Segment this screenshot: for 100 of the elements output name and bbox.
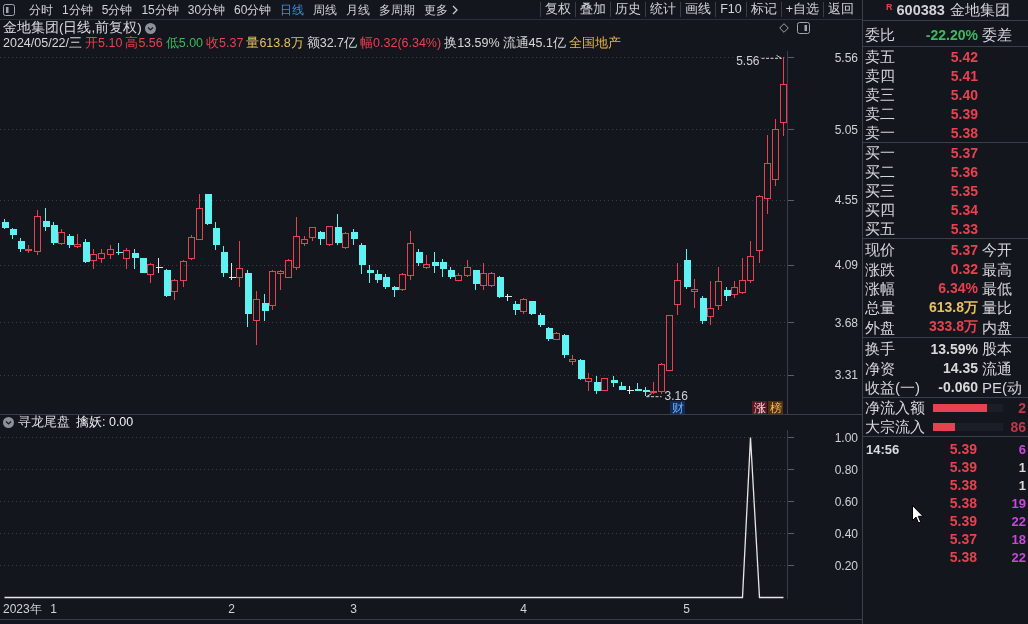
tick-volume: 18 [1011,531,1027,547]
quote-label: 买五 [865,219,895,238]
quote-item: 全国地产 [568,35,621,52]
stock-code: 600383 [896,2,945,18]
quote-value: 0.32 [950,261,978,278]
quote-label: 外盘 [865,317,895,337]
period-tab[interactable]: 5分钟 [98,0,136,19]
toolbar-button[interactable]: 画线 [680,2,716,17]
axis-label: 0.40 [834,526,858,541]
quote-label: 卖一 [865,123,895,142]
toolbar-button[interactable]: 标记 [745,2,781,17]
period-tab[interactable]: 1分钟 [59,0,96,19]
flow-label: 净流入额 [865,398,925,418]
quote-value: 5.40 [950,86,978,103]
quote-value: 5.35 [950,182,978,199]
axis-label: 5.56 [834,51,858,65]
toolbar-button[interactable]: +自选 [780,2,823,17]
tick-price: 5.38 [949,549,977,566]
quote-item: 收5.37 [206,35,244,52]
tick-volume: 1 [1018,459,1027,475]
quote-value: 5.42 [950,48,978,65]
indicator-reading: 擒妖: 0.00 [76,414,134,431]
toolbar-button[interactable]: 返回 [823,2,858,17]
event-flag[interactable]: 财 [670,400,685,414]
toolbar-button[interactable]: 叠加 [575,2,611,17]
period-tab[interactable]: 周线 [310,0,341,19]
tick-volume: 19 [1011,495,1027,511]
more-button[interactable]: 更多 [421,0,462,19]
quote-value: 14.35 [942,360,978,377]
period-tab[interactable]: 分时 [26,0,56,19]
quote-label: 卖四 [865,66,895,85]
axis-label: 3.68 [834,315,858,330]
quote-label: 买四 [865,200,895,219]
market-label: R [886,2,893,12]
toolbar-button[interactable]: 复权 [540,2,576,17]
price-annotation: 5.56 [736,54,760,69]
axis-label: 1 [50,602,57,616]
axis-label: 4.55 [834,193,858,208]
quote-value: 5.41 [950,67,978,84]
quote-value: 333.8万 [928,318,978,337]
axis-label: 4 [520,602,527,616]
quote-value: 5.37 [950,144,978,161]
quote-value: 6.34% [938,280,978,297]
axis-label: 3 [350,602,357,616]
quote-label: 卖三 [865,85,895,104]
tick-volume: 22 [1011,549,1027,565]
quote-value: 13.59% [930,340,978,357]
event-flag[interactable]: 榜 [768,400,783,414]
panel-toggle-icon[interactable] [3,3,15,16]
toolbar-button[interactable]: 统计 [645,2,681,17]
quote-label: 涨跌 [865,259,895,279]
quote-label: PE(动 [981,377,1023,397]
quote-label: 股本 [981,339,1013,359]
dropdown-icon[interactable] [3,417,14,428]
period-tab[interactable]: 月线 [343,0,374,19]
quote-value: 5.34 [950,201,978,218]
tick-price: 5.38 [949,495,977,512]
quote-item: 量613.8万 [246,35,304,52]
axis-label: 5.05 [834,122,858,137]
period-tab[interactable]: 30分钟 [184,0,229,19]
event-flag[interactable]: 涨 [752,400,767,414]
quote-item: 高5.56 [125,35,163,52]
quote-value: 613.8万 [928,298,978,317]
period-tab[interactable]: 多周期 [376,0,419,19]
dropdown-icon[interactable] [144,22,156,34]
quote-value: -22.20% [925,26,978,43]
window-icon[interactable] [797,22,810,34]
period-tab[interactable]: 15分钟 [138,0,182,19]
quote-item: 开5.10 [85,35,123,52]
quote-label: 收益(一) [865,377,920,397]
quote-label: 现价 [865,240,895,260]
quote-value: 5.38 [950,124,978,141]
indicator-name: 寻龙尾盘 [18,414,70,431]
quote-item: 换13.59% [444,35,500,52]
chart-title: 金地集团(日线,前复权) [3,19,142,36]
toolbar-button[interactable]: F10 [715,2,746,17]
period-tab[interactable]: 日线 [277,0,308,19]
toolbar-button[interactable]: 历史 [610,2,646,17]
tick-price: 5.37 [949,531,977,548]
quote-label: 总量 [865,298,895,318]
tick-volume: 22 [1011,513,1027,529]
axis-label: 4.09 [834,258,858,273]
mouse-cursor-icon [912,505,924,524]
stock-name: 金地集团 [949,0,1010,20]
axis-label: 0.60 [834,494,858,509]
quote-label: 最低 [981,278,1013,298]
axis-label: 0.80 [834,462,858,477]
flow-label: 大宗流入 [865,417,925,437]
quote-item: 低5.00 [165,35,204,52]
period-tab[interactable]: 60分钟 [231,0,275,19]
quote-label: 量比 [981,298,1013,318]
chevron-icon [452,4,459,15]
quote-item: 额32.7亿 [306,35,358,52]
quote-value: 5.33 [950,220,978,237]
flow-value: 2 [1018,399,1027,416]
quote-label: 买一 [865,143,895,162]
quote-label: 最高 [981,259,1013,279]
diamond-icon[interactable] [779,23,789,33]
quote-label: 换手 [865,339,895,359]
quote-label: 委比 [865,25,895,44]
